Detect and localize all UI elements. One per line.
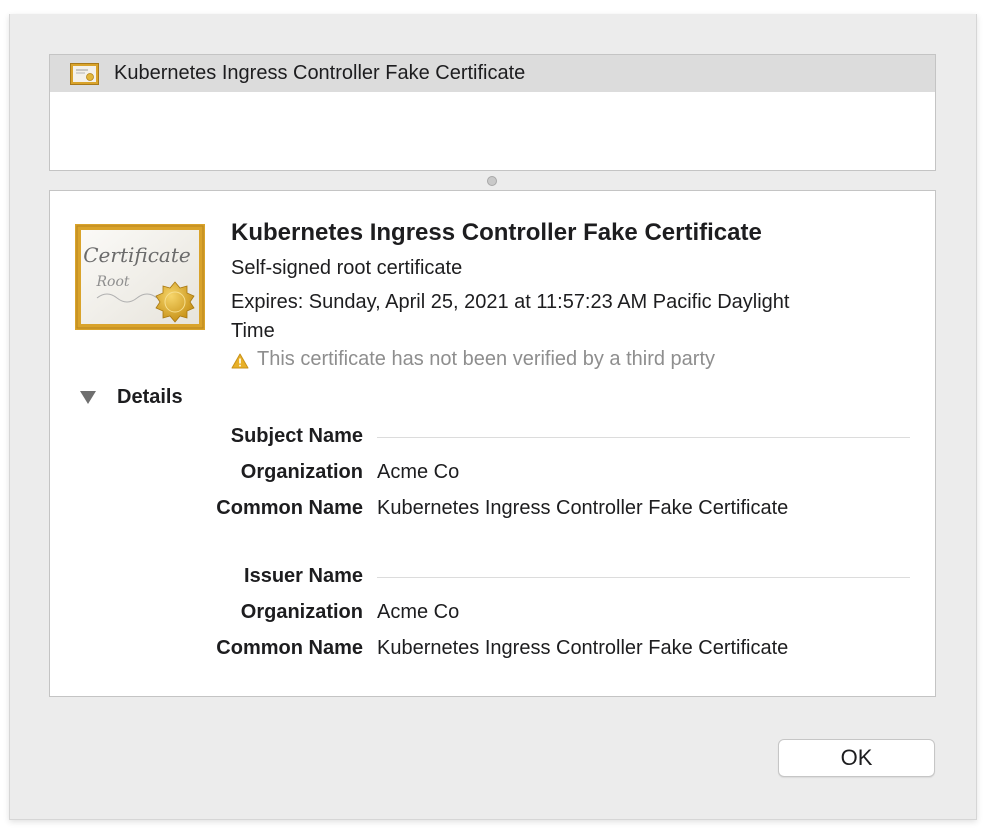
subject-common-name-label: Common Name — [216, 497, 363, 519]
certificate-list-item[interactable]: Kubernetes Ingress Controller Fake Certi… — [50, 55, 935, 92]
subject-organization-value: Acme Co — [377, 461, 460, 483]
certificate-detail-panel: Certificate Root Kubernetes Ingress Cont… — [49, 190, 936, 697]
certificate-title: Kubernetes Ingress Controller Fake Certi… — [231, 219, 762, 246]
issuer-name-divider — [377, 577, 910, 578]
ok-button[interactable]: OK — [778, 739, 935, 777]
subject-organization-label: Organization — [240, 461, 363, 483]
warning-icon — [231, 352, 249, 368]
certificate-list[interactable]: Kubernetes Ingress Controller Fake Certi… — [49, 54, 936, 171]
issuer-organization-value: Acme Co — [377, 601, 460, 623]
svg-text:Certificate: Certificate — [83, 243, 190, 267]
certificate-sheet: Kubernetes Ingress Controller Fake Certi… — [9, 14, 977, 820]
issuer-common-name-label: Common Name — [216, 637, 363, 659]
certificate-warning-text: This certificate has not been verified b… — [257, 348, 716, 370]
certificate-subtitle: Self-signed root certificate — [231, 257, 463, 279]
details-label: Details — [117, 386, 183, 408]
subject-name-heading: Subject Name — [230, 425, 363, 447]
subject-common-name-value: Kubernetes Ingress Controller Fake Certi… — [377, 497, 789, 519]
certificate-icon — [70, 62, 99, 85]
certificate-warning: This certificate has not been verified b… — [231, 348, 715, 371]
issuer-common-name-value: Kubernetes Ingress Controller Fake Certi… — [377, 637, 789, 659]
subject-name-divider — [377, 437, 910, 438]
certificate-expiration: Expires: Sunday, April 25, 2021 at 11:57… — [231, 291, 790, 342]
split-view-handle[interactable] — [487, 176, 497, 186]
svg-text:Root: Root — [95, 274, 129, 290]
issuer-organization-label: Organization — [240, 601, 363, 623]
issuer-name-heading: Issuer Name — [244, 565, 363, 587]
certificate-list-item-label: Kubernetes Ingress Controller Fake Certi… — [114, 62, 526, 84]
details-disclosure[interactable]: Details — [80, 386, 183, 409]
disclosure-triangle-icon[interactable] — [80, 391, 96, 404]
certificate-root-icon: Certificate Root — [75, 224, 205, 330]
